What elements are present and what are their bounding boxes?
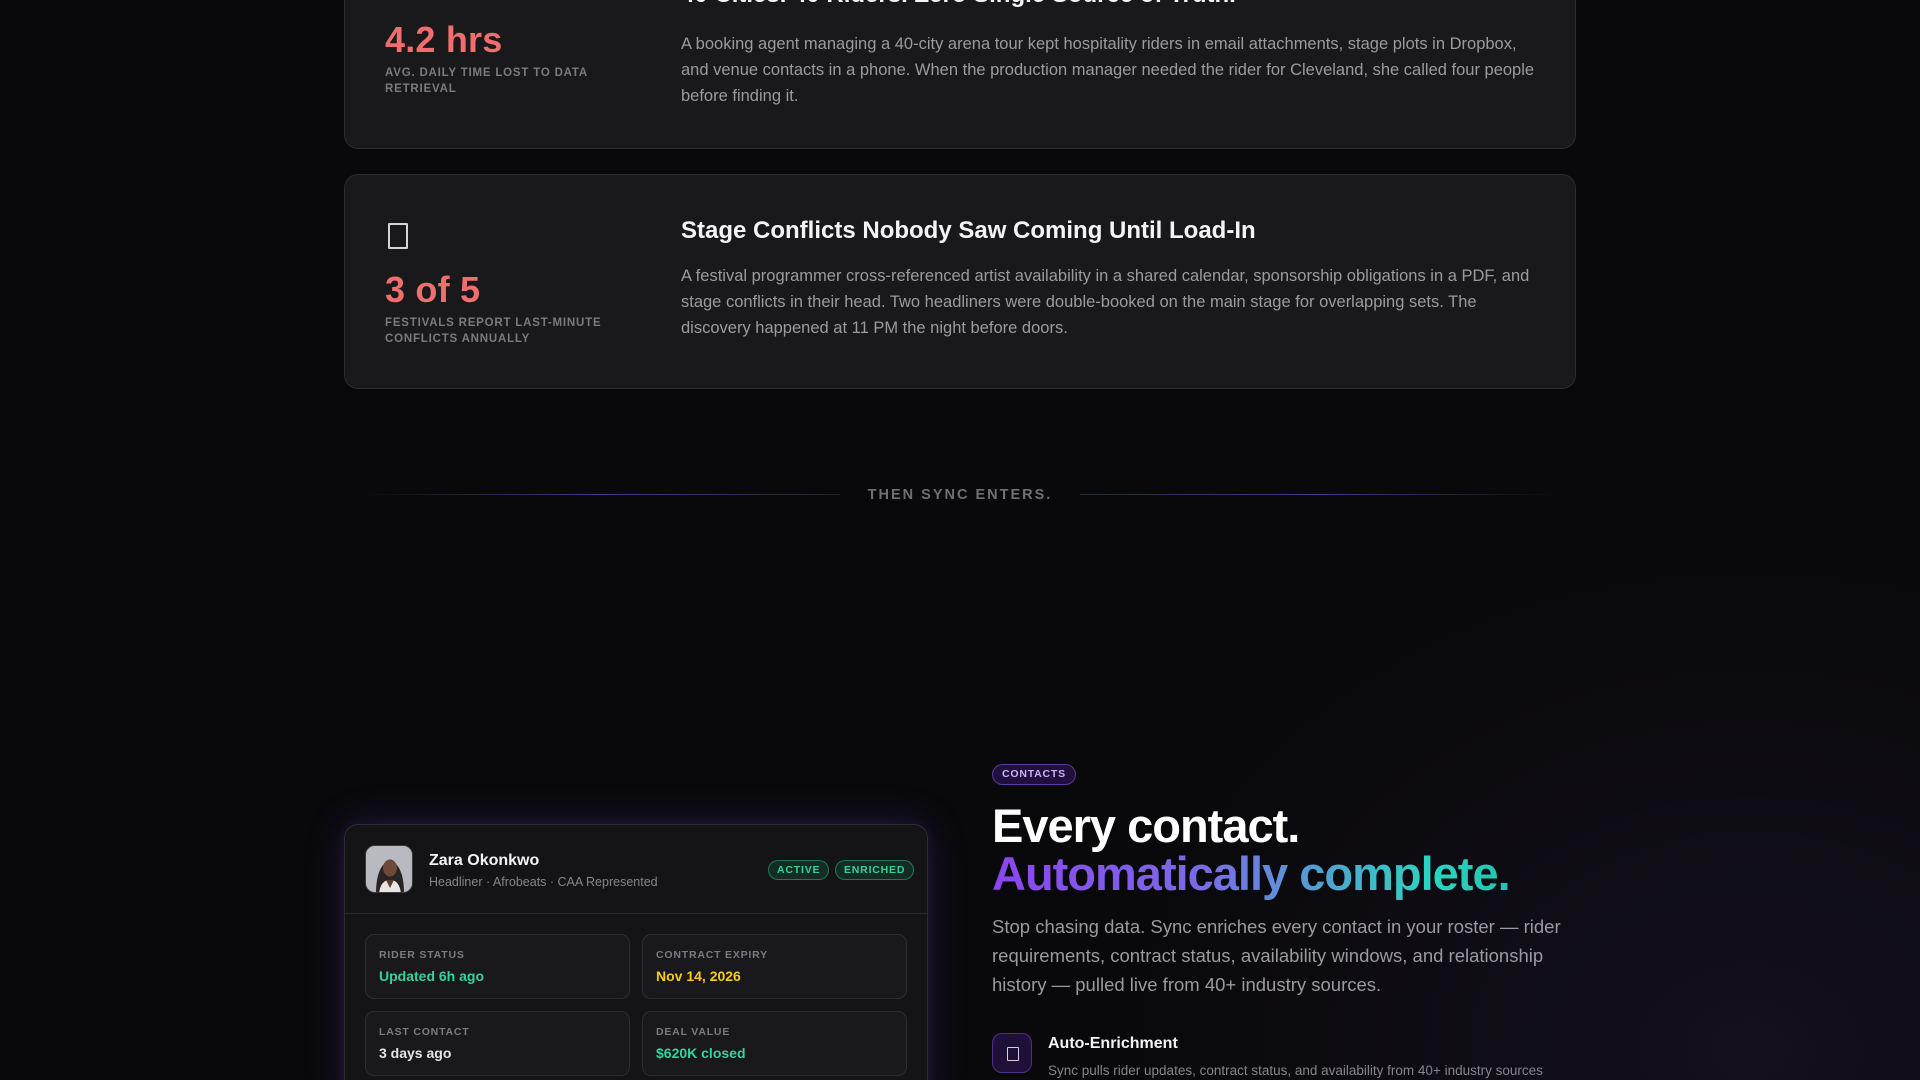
contact-name: Zara Okonkwo [429,852,540,869]
problem-body: A festival programmer cross-referenced a… [681,267,1530,337]
status-badge-enriched: ENRICHED [835,860,915,880]
field-contract-expiry: CONTRACT EXPIRY Nov 14, 2026 [642,934,907,999]
section-lead: Stop chasing data. Sync enriches every c… [992,916,1561,995]
contact-card-divider [345,913,927,914]
document-icon [992,1033,1032,1073]
field-label: CONTRACT EXPIRY [656,949,768,961]
problem-card: 3 of 5 FESTIVALS REPORT LAST-MINUTE CONF… [344,174,1576,389]
document-icon [388,223,408,249]
status-badge-active: ACTIVE [768,860,830,880]
problem-card: 4.2 hrs AVG. DAILY TIME LOST TO DATA RET… [344,0,1576,149]
field-last-contact: LAST CONTACT 3 days ago [365,1011,630,1076]
feature-description: Sync pulls rider updates, contract statu… [1048,1063,1543,1078]
field-value: 3 days ago [379,1045,452,1061]
problem-stat-label: FESTIVALS REPORT LAST-MINUTE CONFLICTS A… [385,317,602,345]
divider-line-left [360,494,840,495]
field-value: Updated 6h ago [379,968,485,984]
divider-line-right [1080,494,1560,495]
field-label: LAST CONTACT [379,1026,470,1038]
field-value: $620K closed [656,1045,746,1061]
avatar [365,845,413,893]
contact-card[interactable]: Zara Okonkwo Headliner · Afrobeats · CAA… [344,824,928,1080]
feature-title: Auto-Enrichment [1048,1035,1178,1052]
problem-body: A booking agent managing a 40-city arena… [681,35,1535,105]
contact-subtitle: Headliner · Afrobeats · CAA Represented [429,875,658,889]
field-value: Nov 14, 2026 [656,968,741,984]
field-deal-value: DEAL VALUE $620K closed [642,1011,907,1076]
section-headline-gradient: Automatically complete. [992,847,1511,900]
problem-title: Stage Conflicts Nobody Saw Coming Until … [681,217,1256,244]
field-label: RIDER STATUS [379,949,465,961]
section-tag: CONTACTS [992,764,1076,785]
problem-title: 40 Cities. 40 Riders. Zero Single Source… [681,0,1236,9]
section-headline: Every contact. [992,799,1300,852]
problem-stat: 4.2 hrs [385,19,503,60]
field-label: DEAL VALUE [656,1026,731,1038]
problem-stat: 3 of 5 [385,269,481,310]
section-divider-label: THEN SYNC ENTERS. [867,487,1053,503]
problem-stat-label: AVG. DAILY TIME LOST TO DATA RETRIEVAL [385,67,588,95]
field-rider-status: RIDER STATUS Updated 6h ago [365,934,630,999]
